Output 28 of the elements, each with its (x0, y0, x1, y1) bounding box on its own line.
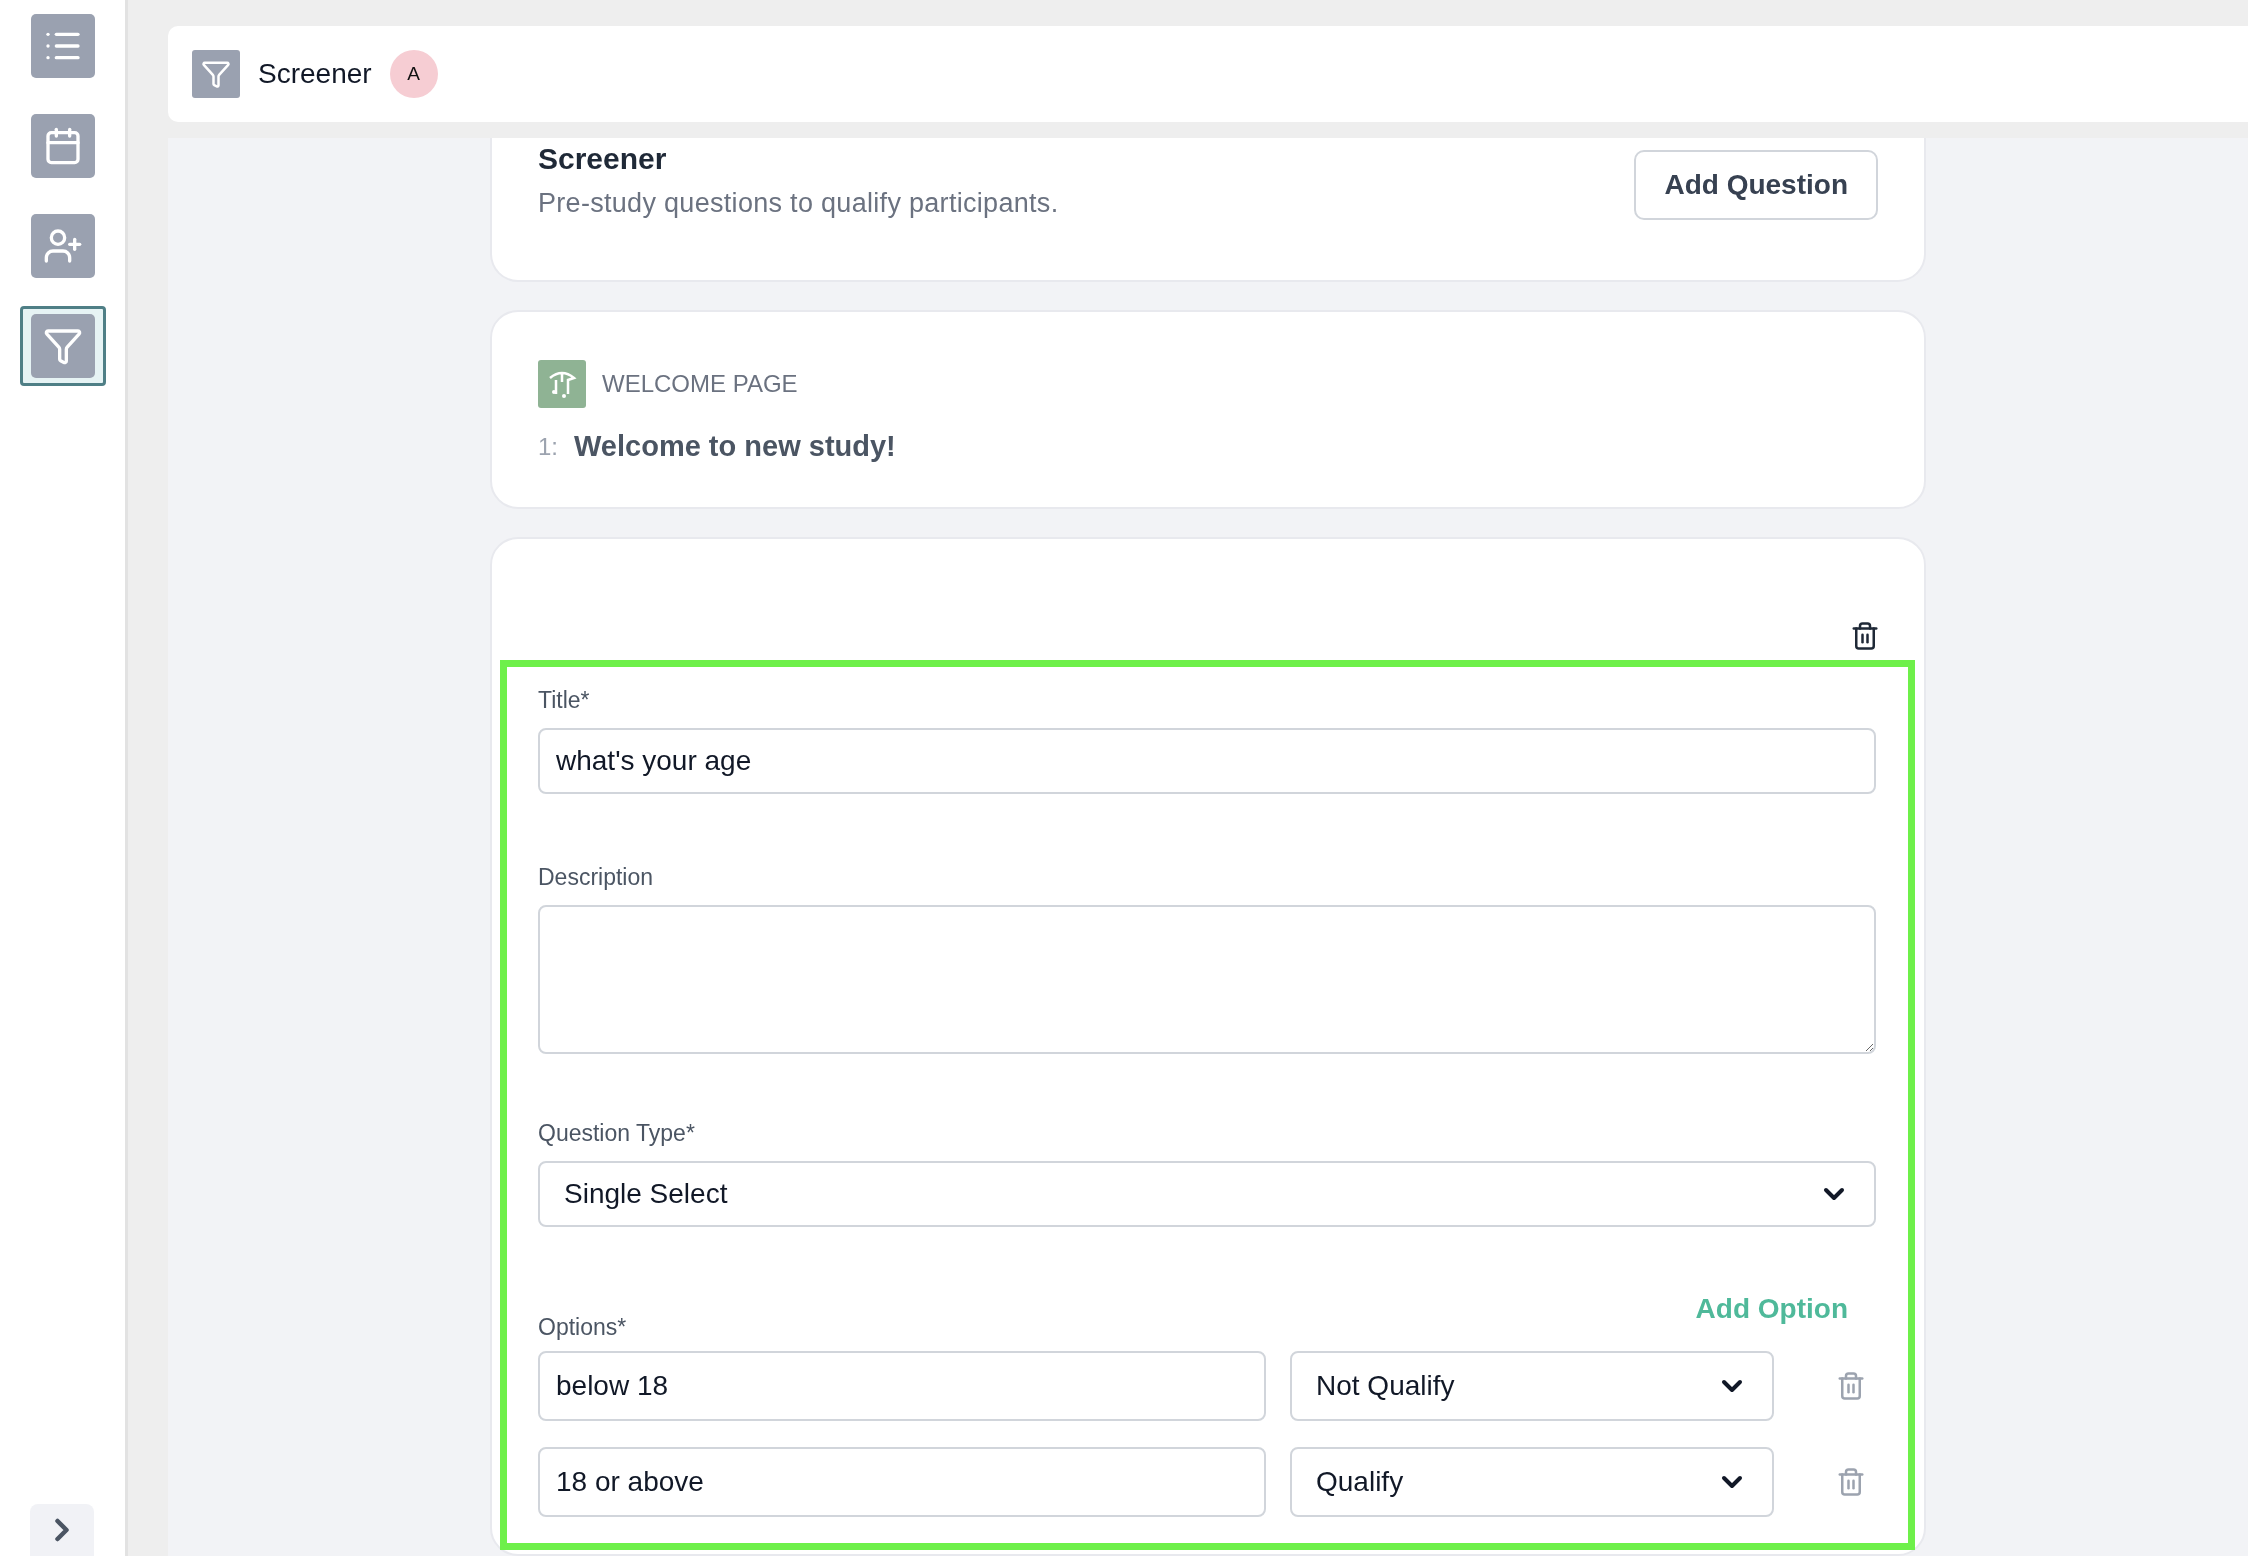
add-question-button[interactable]: Add Question (1634, 150, 1878, 220)
item-number: 1: (538, 432, 558, 461)
qualification-select[interactable]: Not Qualify (1290, 1351, 1774, 1421)
field-label: Question Type* (538, 1120, 696, 1148)
field-label: Options* (538, 1314, 627, 1341)
option-input[interactable]: 18 or above (538, 1447, 1266, 1517)
field-label: Description (538, 863, 655, 891)
section-label: WELCOME PAGE (602, 370, 798, 398)
user-avatar[interactable]: A (389, 50, 438, 98)
list-icon (30, 14, 95, 78)
description-input[interactable] (538, 904, 1876, 1055)
option-input[interactable]: below 18 (538, 1351, 1266, 1421)
section-title: Screener (538, 142, 668, 176)
welcome-icon (538, 360, 586, 408)
calendar-icon (30, 114, 95, 178)
question-type-select[interactable]: Single Select (538, 1161, 1876, 1227)
section-subtitle: Pre-study questions to qualify participants. (538, 188, 1059, 219)
filter-icon (192, 50, 240, 98)
field-label: Title* (538, 687, 591, 714)
expand-sidebar-button[interactable] (30, 1504, 94, 1556)
welcome-title: Welcome to new study! (574, 430, 896, 463)
title-input[interactable]: what's your age (538, 728, 1876, 794)
qualification-select[interactable]: Qualify (1290, 1447, 1774, 1517)
sidebar-nav-button[interactable] (19, 306, 106, 386)
page-title: Screener (258, 58, 372, 90)
user-plus-icon (30, 214, 95, 278)
filter-icon (30, 314, 95, 378)
delete-icon[interactable] (1850, 621, 1880, 649)
